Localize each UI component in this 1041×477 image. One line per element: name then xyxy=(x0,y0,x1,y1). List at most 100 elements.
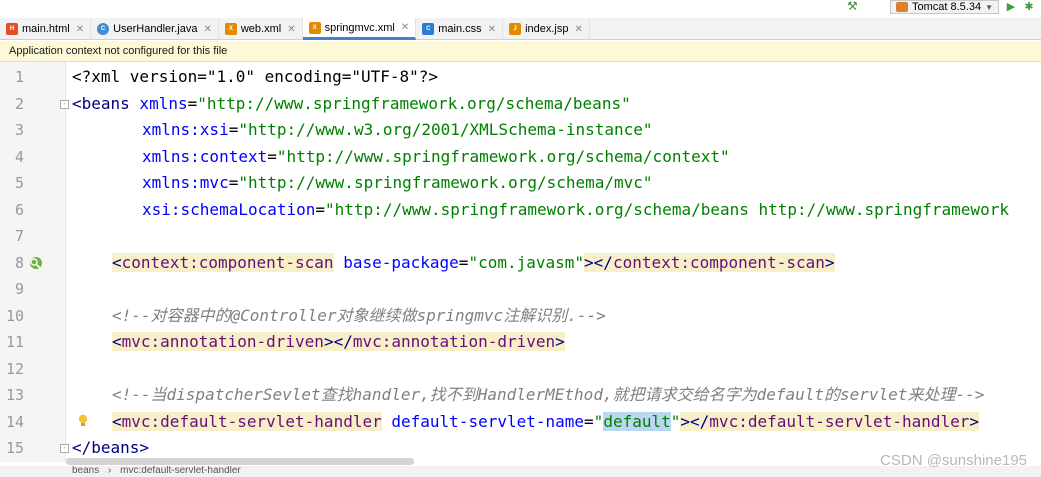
close-icon[interactable]: ✕ xyxy=(574,24,582,35)
code-line: 5 xmlns:mvc="http://www.springframework.… xyxy=(0,170,1041,197)
code-text: <mvc:default-servlet-handler default-ser… xyxy=(112,411,980,431)
context-notification-bar: Application context not configured for t… xyxy=(0,41,1041,62)
close-icon[interactable]: ✕ xyxy=(401,22,409,33)
run-config-selector[interactable]: Tomcat 8.5.34 ▼ xyxy=(889,0,999,14)
xml-tag: mvc:default-servlet-handler xyxy=(709,411,970,431)
line-number: 3 xyxy=(14,121,24,139)
tomcat-icon xyxy=(895,2,908,12)
css-file-icon: C xyxy=(422,23,435,35)
xml-tag: <beans xyxy=(72,93,130,113)
xml-attr: xsi:schemaLocation xyxy=(142,199,316,219)
jsp-file-icon: J xyxy=(509,23,522,35)
code-line: 12 xyxy=(0,356,1041,383)
selected-text: default xyxy=(603,411,671,431)
xml-value: "http://www.springframework.org/schema/b… xyxy=(197,93,631,113)
tab-main-css[interactable]: C main.css ✕ xyxy=(416,18,504,40)
code-line: 4 xmlns:context="http://www.springframew… xyxy=(0,144,1041,171)
chevron-down-icon: ▼ xyxy=(985,2,993,12)
code-line: 8 <context:component-scan base-package="… xyxy=(0,250,1041,277)
tab-label: main.html xyxy=(22,23,70,35)
code-line: 13 <!--当dispatcherSevlet查找handler,找不到Han… xyxy=(0,382,1041,409)
code-line: 9 xyxy=(0,276,1041,303)
code-text: xmlns:mvc="http://www.springframework.or… xyxy=(142,173,653,192)
tab-main-html[interactable]: H main.html ✕ xyxy=(0,18,92,40)
code-line: 14 <mvc:default-servlet-handler default-… xyxy=(0,409,1041,436)
fold-icon[interactable]: - xyxy=(60,99,69,109)
line-number: 9 xyxy=(14,280,24,298)
fold-icon[interactable]: - xyxy=(60,444,69,453)
line-number: 13 xyxy=(5,386,24,404)
xml-value: "http://www.springframework.org/schema/m… xyxy=(238,173,653,192)
code-text: <mvc:annotation-driven></mvc:annotation-… xyxy=(112,332,565,351)
line-number: 8 xyxy=(14,253,24,272)
tab-label: index.jsp xyxy=(525,23,569,35)
line-number: 7 xyxy=(14,227,24,245)
tab-label: springmvc.xml xyxy=(324,21,395,34)
line-number: 14 xyxy=(5,412,24,431)
xml-value: "http://www.w3.org/2001/XMLSchema-instan… xyxy=(238,120,653,139)
code-text: xmlns:xsi="http://www.w3.org/2001/XMLSch… xyxy=(142,120,653,139)
tab-web-xml[interactable]: X web.xml ✕ xyxy=(219,18,303,40)
code-comment: <!--当dispatcherSevlet查找handler,找不到Handle… xyxy=(112,385,985,404)
tab-index-jsp[interactable]: J index.jsp ✕ xyxy=(503,18,590,40)
build-hammer-icon[interactable]: ⚒ xyxy=(847,0,859,12)
line-number: 4 xyxy=(14,147,24,166)
debug-icon[interactable]: ✱ xyxy=(1023,1,1035,13)
xml-file-icon: X xyxy=(308,21,321,34)
code-line: 11 <mvc:annotation-driven></mvc:annotati… xyxy=(0,329,1041,356)
xml-attr: xmlns:mvc xyxy=(142,173,229,192)
line-number: 5 xyxy=(14,174,24,192)
code-line: 2 - <beans xmlns="http://www.springframe… xyxy=(0,91,1041,118)
breadcrumb-item[interactable]: mvc:default-servlet-handler xyxy=(120,466,241,476)
xml-attr: xmlns:xsi xyxy=(142,120,229,139)
tab-label: UserHandler.java xyxy=(113,23,198,35)
line-number: 6 xyxy=(14,200,24,219)
code-line: 1 <?xml version="1.0" encoding="UTF-8"?> xyxy=(0,64,1041,91)
line-number: 15 xyxy=(5,439,24,457)
xml-attr: base-package xyxy=(343,252,459,272)
xml-attr: xmlns:context xyxy=(142,146,268,166)
close-icon[interactable]: ✕ xyxy=(203,24,211,35)
code-text: <context:component-scan base-package="co… xyxy=(112,252,835,272)
xml-tag: context:component-scan xyxy=(121,252,334,272)
line-number: 12 xyxy=(5,359,24,378)
breadcrumb-separator: › xyxy=(108,466,112,476)
xml-attr: xmlns xyxy=(129,93,188,113)
horizontal-scrollbar[interactable] xyxy=(66,458,414,465)
spring-bean-icon[interactable] xyxy=(28,256,44,270)
line-number: 2 xyxy=(14,94,24,113)
xml-tag: mvc:default-servlet-handler xyxy=(121,411,382,431)
xml-eq: = xyxy=(187,93,198,113)
xml-attr: default-servlet-name xyxy=(391,411,585,431)
tab-label: web.xml xyxy=(240,23,282,35)
xml-value: "http://www.springframework.org/schema/c… xyxy=(276,146,730,166)
code-comment: <!--对容器中的@Controller对象继续做springmvc注解识别.-… xyxy=(112,305,606,325)
line-number: 10 xyxy=(5,306,24,325)
line-number: 1 xyxy=(14,68,24,86)
xml-tag: mvc:annotation-driven xyxy=(352,332,556,351)
code-text: <beans xmlns="http://www.springframework… xyxy=(72,91,631,117)
tab-springmvc-xml[interactable]: X springmvc.xml ✕ xyxy=(302,18,417,40)
breadcrumb-item[interactable]: beans xyxy=(72,466,99,476)
watermark: CSDN @sunshine195 xyxy=(880,452,1027,469)
xml-tag: mvc:annotation-driven xyxy=(121,332,324,351)
tab-label: main.css xyxy=(438,23,482,35)
tab-userhandler-java[interactable]: C UserHandler.java ✕ xyxy=(91,18,219,40)
run-toolbar: Tomcat 8.5.34 ▼ ▶ ✱ xyxy=(889,0,1041,14)
code-line: 6 xsi:schemaLocation="http://www.springf… xyxy=(0,197,1041,224)
code-editor[interactable]: 1 <?xml version="1.0" encoding="UTF-8"?>… xyxy=(0,62,1041,462)
xml-file-icon: X xyxy=(224,23,237,35)
close-icon[interactable]: ✕ xyxy=(488,24,496,35)
xml-value: "com.javasm" xyxy=(468,252,585,272)
java-class-icon: C xyxy=(97,23,110,35)
close-icon[interactable]: ✕ xyxy=(287,24,295,35)
code-line: 7 xyxy=(0,223,1041,250)
close-icon[interactable]: ✕ xyxy=(76,24,84,35)
run-icon[interactable]: ▶ xyxy=(1005,1,1017,13)
code-text: xmlns:context="http://www.springframewor… xyxy=(142,146,730,166)
code-text: xsi:schemaLocation="http://www.springfra… xyxy=(142,199,1009,219)
lightbulb-icon[interactable] xyxy=(78,414,88,428)
code-text: <?xml version="1.0" encoding="UTF-8"?> xyxy=(72,67,439,86)
xml-tag: context:component-scan xyxy=(612,252,825,272)
line-number: 11 xyxy=(5,333,24,351)
